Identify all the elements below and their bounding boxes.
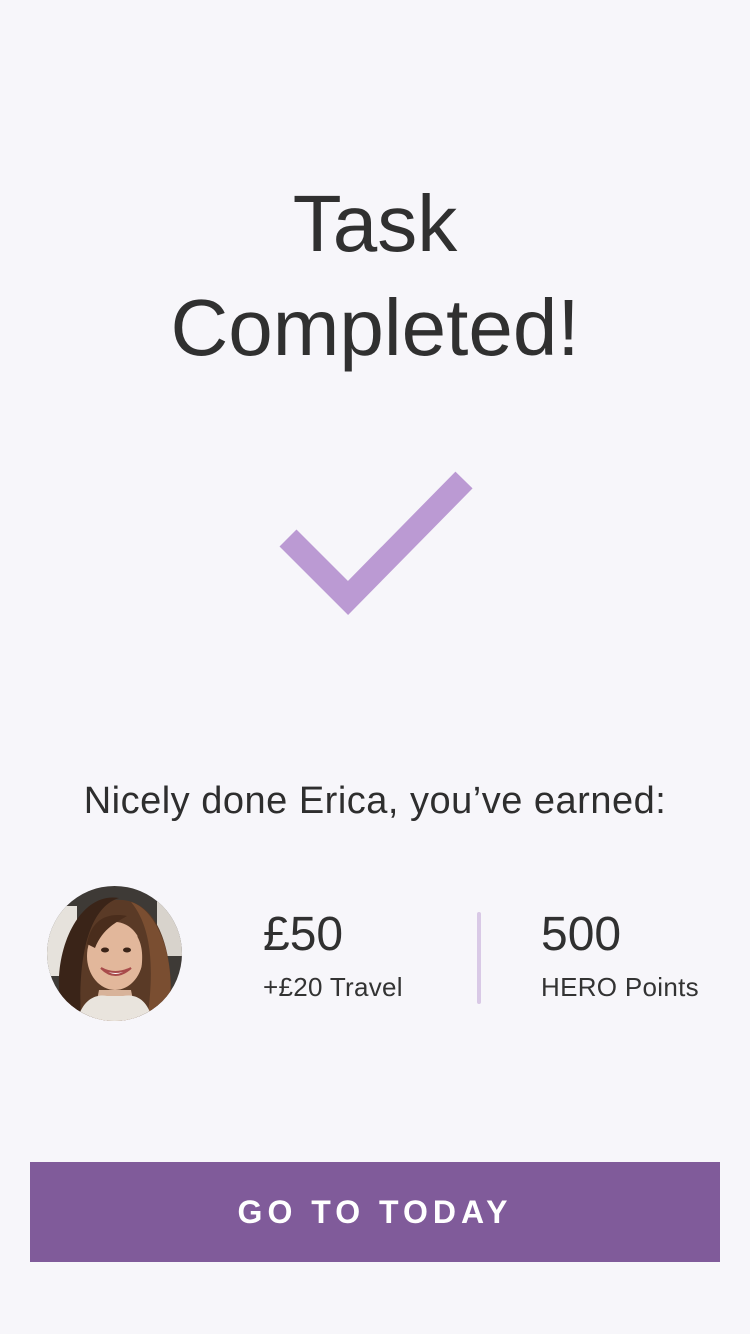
page-title: Task Completed! [0,172,750,380]
user-avatar [47,886,182,1021]
checkmark-icon [279,471,473,616]
go-to-today-button[interactable]: GO TO TODAY [30,1162,720,1262]
title-line-2: Completed! [170,283,580,372]
earned-message: Nicely done Erica, you’ve earned: [83,780,667,822]
points-earned-label: HERO Points [541,972,699,1002]
money-earned-label: +£20 Travel [263,972,403,1002]
stats-divider [477,912,481,1004]
money-earned-value: £50 [263,908,344,961]
points-earned-value: 500 [541,908,622,961]
title-line-1: Task [292,179,458,268]
